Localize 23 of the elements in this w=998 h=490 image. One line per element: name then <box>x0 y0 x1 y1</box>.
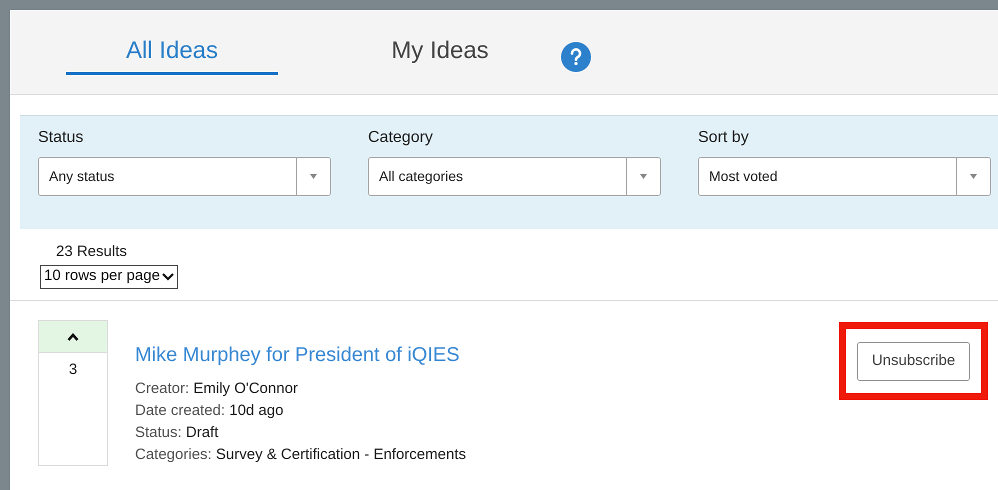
chevron-icon <box>162 272 174 280</box>
caret-icon <box>970 174 977 179</box>
vote-count: 3 <box>68 360 78 380</box>
chevron-up-icon <box>67 332 79 340</box>
tab[interactable]: My Ideas <box>334 10 546 75</box>
filter-label: Category <box>368 128 434 148</box>
dropdown[interactable]: All categories <box>368 157 661 196</box>
filter-label: Sort by <box>698 128 750 148</box>
dropdown[interactable]: Any status <box>38 157 331 196</box>
idea-detail: Creator: Emily O'Connor <box>135 379 299 399</box>
idea-detail: Status: Draft <box>135 423 220 443</box>
caret-icon <box>310 174 317 179</box>
idea-detail: Categories: Survey & Certification - Enforcements <box>135 445 466 465</box>
filter-label: Status <box>38 128 84 148</box>
idea-title-link[interactable]: Mike Murphey for President of iQIES <box>135 342 466 368</box>
help-icon[interactable] <box>561 42 591 72</box>
rows-per-page-select[interactable]: 10 rows per page <box>40 264 178 288</box>
idea-detail: Date created: 10d ago <box>135 401 284 421</box>
unsubscribe-button[interactable]: Unsubscribe <box>856 342 970 380</box>
results-count: 23 Results <box>56 242 127 262</box>
dropdown[interactable]: Most voted <box>698 157 991 196</box>
caret-icon <box>640 174 647 179</box>
tab[interactable]: All Ideas <box>66 10 278 75</box>
